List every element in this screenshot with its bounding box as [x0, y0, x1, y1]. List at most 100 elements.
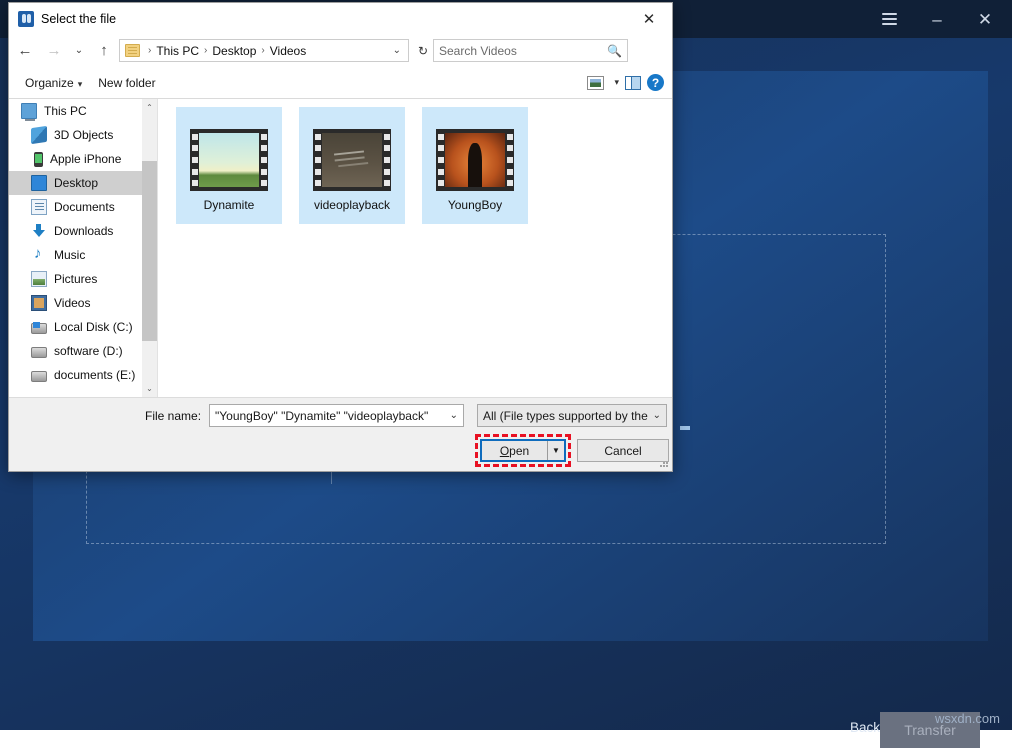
change-view-icon[interactable]	[587, 76, 604, 90]
film-perforation-icon	[505, 131, 514, 189]
list-item[interactable]: YoungBoy	[422, 107, 528, 224]
sidebar-item-label: Downloads	[54, 224, 113, 238]
drive-icon	[31, 371, 47, 382]
file-list: Dynamite videoplayback YoungBoy	[157, 99, 672, 397]
nav-up-icon[interactable]: ↑	[91, 38, 117, 64]
sidebar-item-pictures[interactable]: Pictures	[9, 267, 157, 291]
close-button[interactable]: ✕	[972, 6, 998, 32]
chevron-down-icon[interactable]: ⌄	[393, 45, 406, 56]
sidebar-item-label: software (D:)	[54, 344, 123, 358]
chevron-down-icon: ▾	[78, 79, 83, 89]
thumbnail-image	[199, 133, 259, 187]
breadcrumb-separator: ›	[200, 45, 211, 56]
nav-forward-icon: →	[41, 38, 67, 64]
chevron-down-icon[interactable]: ▾	[614, 77, 619, 88]
breadcrumb-item-this-pc[interactable]: This PC	[155, 44, 200, 58]
dialog-sidebar: This PC 3D Objects Apple iPhone Desktop …	[9, 99, 157, 397]
breadcrumb-separator: ›	[257, 45, 268, 56]
film-perforation-icon	[313, 131, 322, 189]
sidebar-item-desktop[interactable]: Desktop	[9, 171, 157, 195]
back-button[interactable]: Back	[850, 720, 880, 735]
videos-icon	[31, 295, 47, 311]
video-thumbnail	[190, 129, 268, 191]
sidebar-item-music[interactable]: Music	[9, 243, 157, 267]
open-button[interactable]: Open ▼	[480, 439, 566, 462]
open-rest: pen	[509, 444, 529, 458]
search-icon: 🔍	[607, 44, 622, 58]
nav-back-icon[interactable]: ←	[12, 38, 38, 64]
dialog-close-button[interactable]: ✕	[626, 3, 672, 34]
list-item[interactable]: Dynamite	[176, 107, 282, 224]
sidebar-item-apple-iphone[interactable]: Apple iPhone	[9, 147, 157, 171]
filetype-value: All (File types supported by the	[483, 409, 649, 423]
dialog-bottom-bar: File name: "YoungBoy" "Dynamite" "videop…	[9, 397, 672, 471]
film-perforation-icon	[436, 131, 445, 189]
sidebar-item-documents-e[interactable]: documents (E:)	[9, 363, 157, 387]
scroll-down-icon[interactable]: ⌄	[142, 380, 157, 397]
minimize-button[interactable]: –	[924, 6, 950, 32]
hamburger-icon	[882, 10, 897, 28]
scrollbar-thumb[interactable]	[142, 161, 157, 341]
sidebar-item-local-disk-c[interactable]: Local Disk (C:)	[9, 315, 157, 339]
sidebar-item-software-d[interactable]: software (D:)	[9, 339, 157, 363]
music-icon	[31, 247, 47, 263]
chevron-down-icon[interactable]: ⌄	[450, 410, 458, 421]
sidebar-item-videos[interactable]: Videos	[9, 291, 157, 315]
thumbnail-image	[322, 133, 382, 187]
thumbnail-image	[445, 133, 505, 187]
sidebar-item-3d-objects[interactable]: 3D Objects	[9, 123, 157, 147]
chevron-down-icon[interactable]: ⌄	[653, 410, 661, 421]
sidebar-item-label: Desktop	[54, 176, 98, 190]
preview-pane-icon[interactable]	[625, 76, 641, 90]
sidebar-item-label: This PC	[44, 104, 87, 118]
local-disk-icon	[31, 323, 47, 334]
search-input[interactable]: Search Videos 🔍	[433, 39, 628, 62]
dialog-titlebar: Select the file ✕	[9, 3, 672, 34]
this-pc-icon	[21, 103, 37, 119]
breadcrumb[interactable]: › This PC › Desktop › Videos ⌄	[119, 39, 409, 62]
filename-label: File name:	[145, 409, 201, 423]
sidebar-item-downloads[interactable]: Downloads	[9, 219, 157, 243]
drop-zone-handle[interactable]	[680, 426, 690, 430]
list-item[interactable]: videoplayback	[299, 107, 405, 224]
help-icon[interactable]: ?	[647, 74, 664, 91]
scroll-up-icon[interactable]: ⌃	[142, 99, 157, 116]
sidebar-item-this-pc[interactable]: This PC	[9, 99, 157, 123]
sidebar-item-label: Videos	[54, 296, 90, 310]
menu-icon[interactable]	[876, 6, 902, 32]
film-perforation-icon	[382, 131, 391, 189]
open-label: Open	[482, 444, 547, 458]
file-label: YoungBoy	[448, 198, 502, 212]
watermark: wsxdn.com	[935, 711, 1000, 726]
open-split-caret-icon[interactable]: ▼	[547, 441, 564, 460]
drive-icon	[31, 347, 47, 358]
sidebar-item-label: Pictures	[54, 272, 97, 286]
organize-label: Organize	[25, 76, 74, 90]
sidebar-scrollbar[interactable]: ⌃ ⌄	[142, 99, 157, 397]
organize-button[interactable]: Organize ▾	[17, 76, 90, 90]
dialog-toolbar: Organize ▾ New folder ▾ ?	[9, 67, 672, 99]
file-label: videoplayback	[314, 198, 390, 212]
app-logo-icon	[18, 11, 34, 27]
sidebar-item-label: Music	[54, 248, 85, 262]
nav-recent-locations-icon[interactable]: ⌄	[70, 38, 88, 64]
folder-icon	[125, 44, 140, 57]
refresh-icon[interactable]: ↻	[413, 39, 433, 62]
breadcrumb-item-desktop[interactable]: Desktop	[211, 44, 257, 58]
sidebar-item-label: 3D Objects	[54, 128, 113, 142]
sidebar-item-label: Documents	[54, 200, 115, 214]
film-perforation-icon	[259, 131, 268, 189]
filename-input[interactable]: "YoungBoy" "Dynamite" "videoplayback" ⌄	[209, 404, 464, 427]
film-perforation-icon	[190, 131, 199, 189]
cancel-button[interactable]: Cancel	[577, 439, 669, 462]
toolbar-right-group: ▾ ?	[587, 74, 664, 91]
file-label: Dynamite	[204, 198, 255, 212]
new-folder-button[interactable]: New folder	[90, 76, 163, 90]
sidebar-item-documents[interactable]: Documents	[9, 195, 157, 219]
filename-value: "YoungBoy" "Dynamite" "videoplayback"	[215, 409, 446, 423]
3d-objects-icon	[31, 126, 47, 144]
downloads-icon	[31, 223, 47, 239]
video-thumbnail	[436, 129, 514, 191]
breadcrumb-item-videos[interactable]: Videos	[269, 44, 307, 58]
filetype-select[interactable]: All (File types supported by the ⌄	[477, 404, 667, 427]
